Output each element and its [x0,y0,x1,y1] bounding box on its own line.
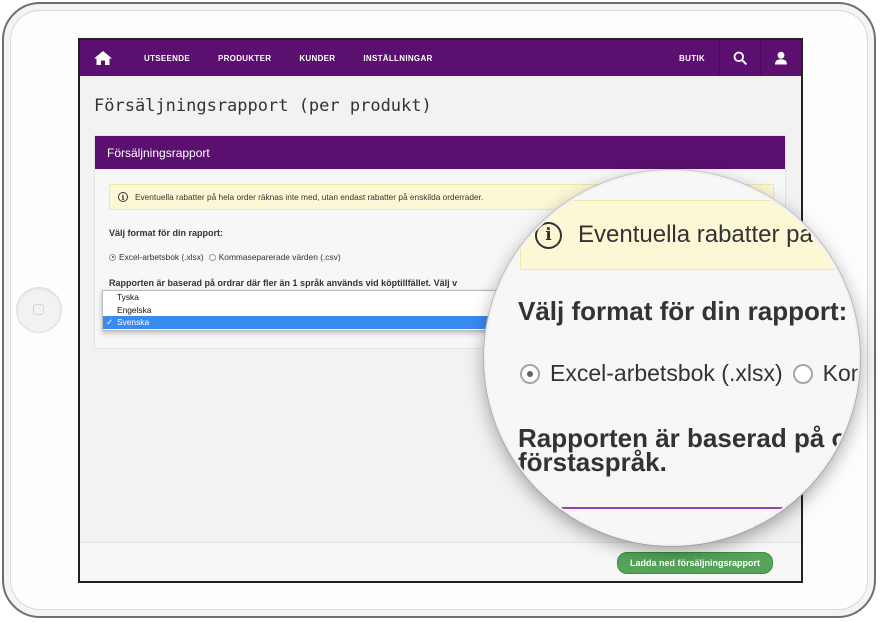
magnifier-lens: i Eventuella rabatter på Välj format för… [484,170,860,546]
magnified-radio-csv [792,363,813,384]
download-report-button[interactable]: Ladda ned försäljningsrapport [616,552,773,574]
language-option-engelska[interactable]: Engelska [103,304,496,317]
user-icon [775,51,787,65]
nav-item-kunder[interactable]: KUNDER [299,54,335,63]
top-navigation: UTSEENDE PRODUKTER KUNDER INSTÄLLNINGAR … [80,40,801,76]
tablet-home-button[interactable] [16,287,62,333]
format-radio-group: Excel-arbetsbok (.xlsx) Kommaseparerade … [109,252,346,262]
magnified-notice-text: Eventuella rabatter på [578,221,813,248]
nav-item-utseende[interactable]: UTSEENDE [144,54,190,63]
language-label: Rapporten är baserad på ordrar där fler … [109,278,458,288]
info-icon: i [118,192,128,202]
magnified-radio-csv-label: Kon [822,360,860,386]
language-option-label: Tyska [117,292,139,302]
radio-xlsx-label[interactable]: Excel-arbetsbok (.xlsx) [119,252,204,262]
page-title: Försäljningsrapport (per produkt) [94,96,432,116]
magnified-radio-xlsx-label: Excel-arbetsbok (.xlsx) [550,360,783,386]
nav-item-installningar[interactable]: INSTÄLLNINGAR [363,54,432,63]
language-dropdown-menu[interactable]: Tyska Engelska ✓ Svenska [102,290,497,331]
radio-csv[interactable] [208,253,216,261]
footer-bar: Ladda ned försäljningsrapport [80,542,801,581]
language-option-label: Svenska [117,317,150,327]
magnified-divider [546,507,858,509]
magnified-report-line-2: förstaspråk. [518,447,667,477]
nav-item-produkter[interactable]: PRODUKTER [218,54,271,63]
home-icon[interactable] [86,40,120,76]
user-button[interactable] [760,40,801,76]
magnified-info-icon: i [535,221,562,249]
language-option-tyska[interactable]: Tyska [103,291,496,304]
radio-xlsx[interactable] [109,253,116,261]
search-button[interactable] [719,40,760,76]
discount-notice-text: Eventuella rabatter på hela order räknas… [135,192,484,202]
magnified-radio-group: Excel-arbetsbok (.xlsx) Kon [520,360,860,387]
nav-item-butik[interactable]: BUTIK [679,54,705,63]
magnified-report-text: Rapporten är baserad på or förstaspråk. [518,425,858,477]
magnified-radio-xlsx [520,363,540,384]
search-icon [733,51,747,65]
magnifier-content: i Eventuella rabatter på Välj format för… [486,172,858,544]
radio-csv-label[interactable]: Kommaseparerade värden (.csv) [219,252,341,262]
language-option-svenska[interactable]: ✓ Svenska [103,316,496,329]
panel-title: Försäljningsrapport [95,136,785,169]
magnified-format-label: Välj format för din rapport: [518,296,848,326]
language-option-label: Engelska [117,304,152,315]
format-label: Välj format för din rapport: [109,228,224,238]
magnified-notice: i Eventuella rabatter på [520,200,858,270]
home-button-square-icon [33,304,44,315]
checkmark-icon: ✓ [106,317,114,327]
